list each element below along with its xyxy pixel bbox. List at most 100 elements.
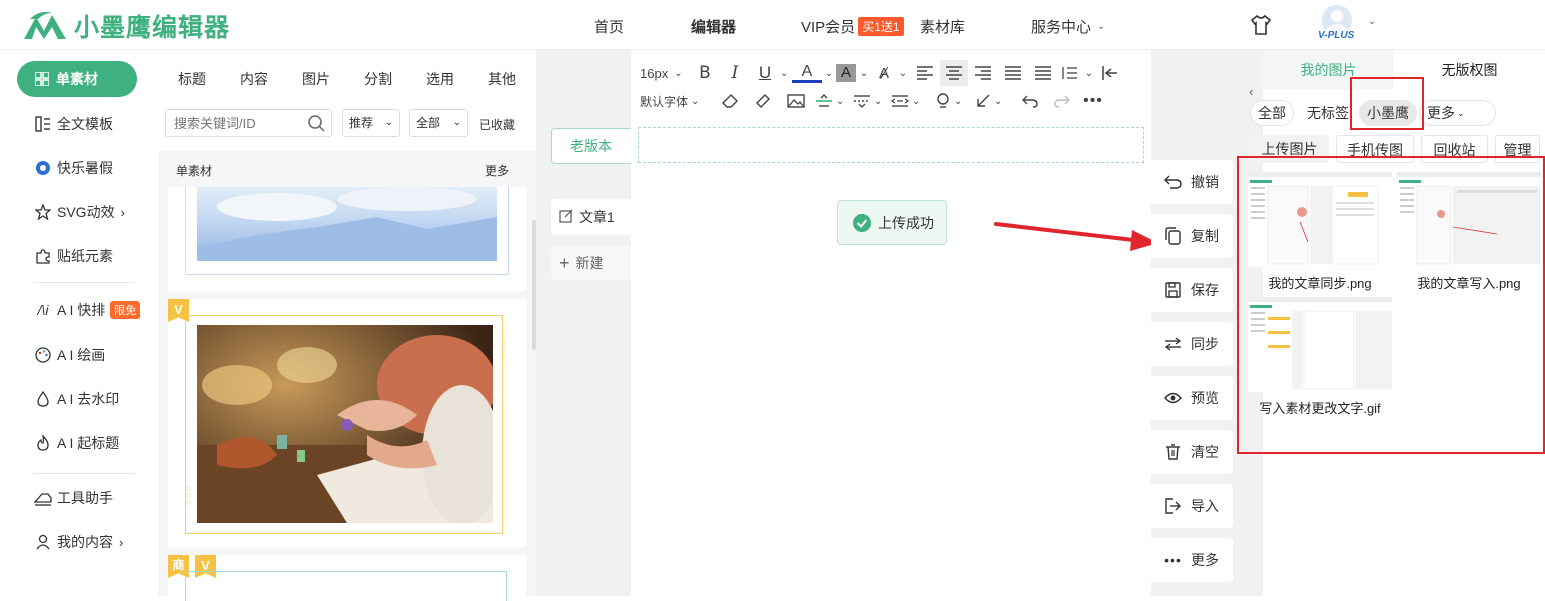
sidebar-item-svg[interactable]: SVG动效 › [34,202,125,222]
chevron-down-icon[interactable]: ⌄ [954,96,972,107]
bulb-icon[interactable] [932,93,954,109]
sidebar-item-label: A I 去水印 [57,391,120,407]
sidebar-item-summer[interactable]: 快乐暑假 [34,158,113,178]
sidebar-item-full-template[interactable]: 全文模板 [34,114,113,134]
editor-content-block[interactable] [638,127,1144,163]
chevron-down-icon[interactable]: ⌄ [896,68,910,79]
align-center-icon[interactable] [940,60,968,86]
redo-icon[interactable] [1046,94,1078,108]
material-card[interactable]: V ○ ○ ○ ○ ○ ○ [168,299,526,547]
chevron-down-icon[interactable]: ⌄ [874,96,888,107]
chevron-down-icon[interactable]: ⌄ [1080,68,1098,79]
clear-format-icon[interactable]: Ⱥ [872,65,896,82]
tab-image[interactable]: 图片 [302,69,330,89]
grid-icon [33,70,51,88]
section-header: 单素材 更多 [158,150,536,187]
chip-more[interactable]: 更多 ⌄ [1419,100,1496,126]
chevron-down-icon[interactable]: ⌄ [994,96,1014,107]
align-right-icon[interactable] [968,66,998,80]
chevron-down-icon[interactable]: ⌄ [912,96,932,107]
undo-icon[interactable] [1014,94,1046,108]
font-family-select[interactable]: 默认字体 ⌄ [640,93,714,110]
image-icon[interactable] [780,94,812,108]
format-brush-icon[interactable] [746,93,780,109]
more-link[interactable]: 更多 [485,162,509,179]
sidebar-item-ai-layout[interactable]: /\i A I 快排 限免 [34,300,141,320]
avatar[interactable]: V-PLUS [1316,2,1360,46]
search-input[interactable] [166,110,301,136]
chip-untagged[interactable]: 无标签 [1299,100,1357,126]
letter-spacing-icon[interactable] [888,94,912,108]
nav-vip[interactable]: VIP会员 买1送1 [801,16,904,37]
copy-button[interactable]: 复制 [1151,214,1233,258]
favorites-link[interactable]: 已收藏 [479,116,515,133]
highlight-icon[interactable]: A [836,64,856,82]
search-icon[interactable] [307,114,325,135]
nav-editor[interactable]: 编辑器 [691,16,736,37]
align-left-icon[interactable] [910,66,940,80]
chevron-down-icon[interactable]: ⌄ [780,68,792,79]
new-document-button[interactable]: + 新建 [551,246,631,280]
sidebar-item-ai-title[interactable]: A I 起标题 [34,433,119,453]
chip-more-label: 更多 [1427,105,1455,121]
paragraph-spacing-icon[interactable] [850,94,874,108]
font-size-select[interactable]: 16px ⌄ [640,66,690,81]
tab-selected[interactable]: 选用 [426,69,454,89]
italic-icon[interactable]: I [720,63,750,83]
save-button[interactable]: 保存 [1151,268,1233,312]
arrow-diagonal-icon[interactable] [972,94,994,108]
nav-home[interactable]: 首页 [594,16,624,37]
import-icon [1163,498,1183,514]
material-card[interactable]: 商 V [168,555,526,601]
avatar-chevron-icon[interactable]: ⌄ [1368,16,1376,27]
toast-text: 上传成功 [878,214,934,231]
indent-icon[interactable] [1098,66,1122,80]
tab-other[interactable]: 其他 [488,69,516,89]
sort-select[interactable]: 推荐 ⌄ [342,109,400,137]
import-button[interactable]: 导入 [1151,484,1233,528]
sidebar-item-single-material[interactable]: 单素材 [17,61,137,97]
bold-icon[interactable]: B [690,63,720,83]
nav-library[interactable]: 素材库 [920,16,965,37]
edit-icon [559,209,573,226]
sidebar-item-tools[interactable]: 工具助手 [34,488,113,508]
save-icon [1163,282,1183,298]
sidebar-item-ai-paint[interactable]: A I 绘画 [34,345,105,365]
logo[interactable]: 小墨鹰编辑器 [22,8,230,44]
star-icon [34,203,52,221]
tab-content[interactable]: 内容 [240,69,268,89]
distribute-icon[interactable] [1028,66,1058,80]
clear-button[interactable]: 清空 [1151,430,1233,474]
sidebar-item-my-content[interactable]: 我的内容 › [34,532,123,552]
image-thumbnail[interactable]: 我的文章写入.png [1397,172,1541,294]
tab-divider[interactable]: 分割 [364,69,392,89]
document-tab[interactable]: 文章1 [551,199,631,235]
filter-select[interactable]: 全部 ⌄ [409,109,468,137]
chip-all[interactable]: 全部 [1250,100,1294,126]
underline-icon[interactable]: U [750,63,780,83]
preview-button[interactable]: 预览 [1151,376,1233,420]
material-card[interactable] [168,187,526,291]
chevron-down-icon[interactable]: ⌄ [856,68,872,79]
more-icon[interactable]: ••• [1078,92,1108,110]
nav-service[interactable]: 服务中心 ⌄ [1031,16,1105,37]
image-thumbnail[interactable]: 写入素材更改文字.gif [1248,297,1392,419]
tab-title[interactable]: 标题 [178,69,206,89]
sidebar-item-ai-watermark[interactable]: A I 去水印 [34,389,119,409]
font-color-icon[interactable]: A [792,63,822,83]
tshirt-icon[interactable] [1250,14,1272,39]
palette-icon [34,346,52,364]
image-thumbnail[interactable]: 我的文章同步.png [1248,172,1392,294]
undo-button[interactable]: 撤销 [1151,160,1233,204]
sidebar-item-stickers[interactable]: 贴纸元素 [34,246,113,266]
old-version-button[interactable]: 老版本 [551,128,633,164]
sidebar-item-label: 快乐暑假 [57,160,113,176]
chevron-down-icon[interactable]: ⌄ [836,96,850,107]
justify-icon[interactable] [998,66,1028,80]
chevron-down-icon[interactable]: ⌄ [822,68,836,79]
sync-button[interactable]: 同步 [1151,322,1233,366]
more-actions-button[interactable]: ••• 更多 [1151,538,1233,582]
line-height-icon[interactable] [1058,66,1080,80]
eraser-icon[interactable] [714,94,746,108]
divider-line-icon[interactable] [812,94,836,108]
